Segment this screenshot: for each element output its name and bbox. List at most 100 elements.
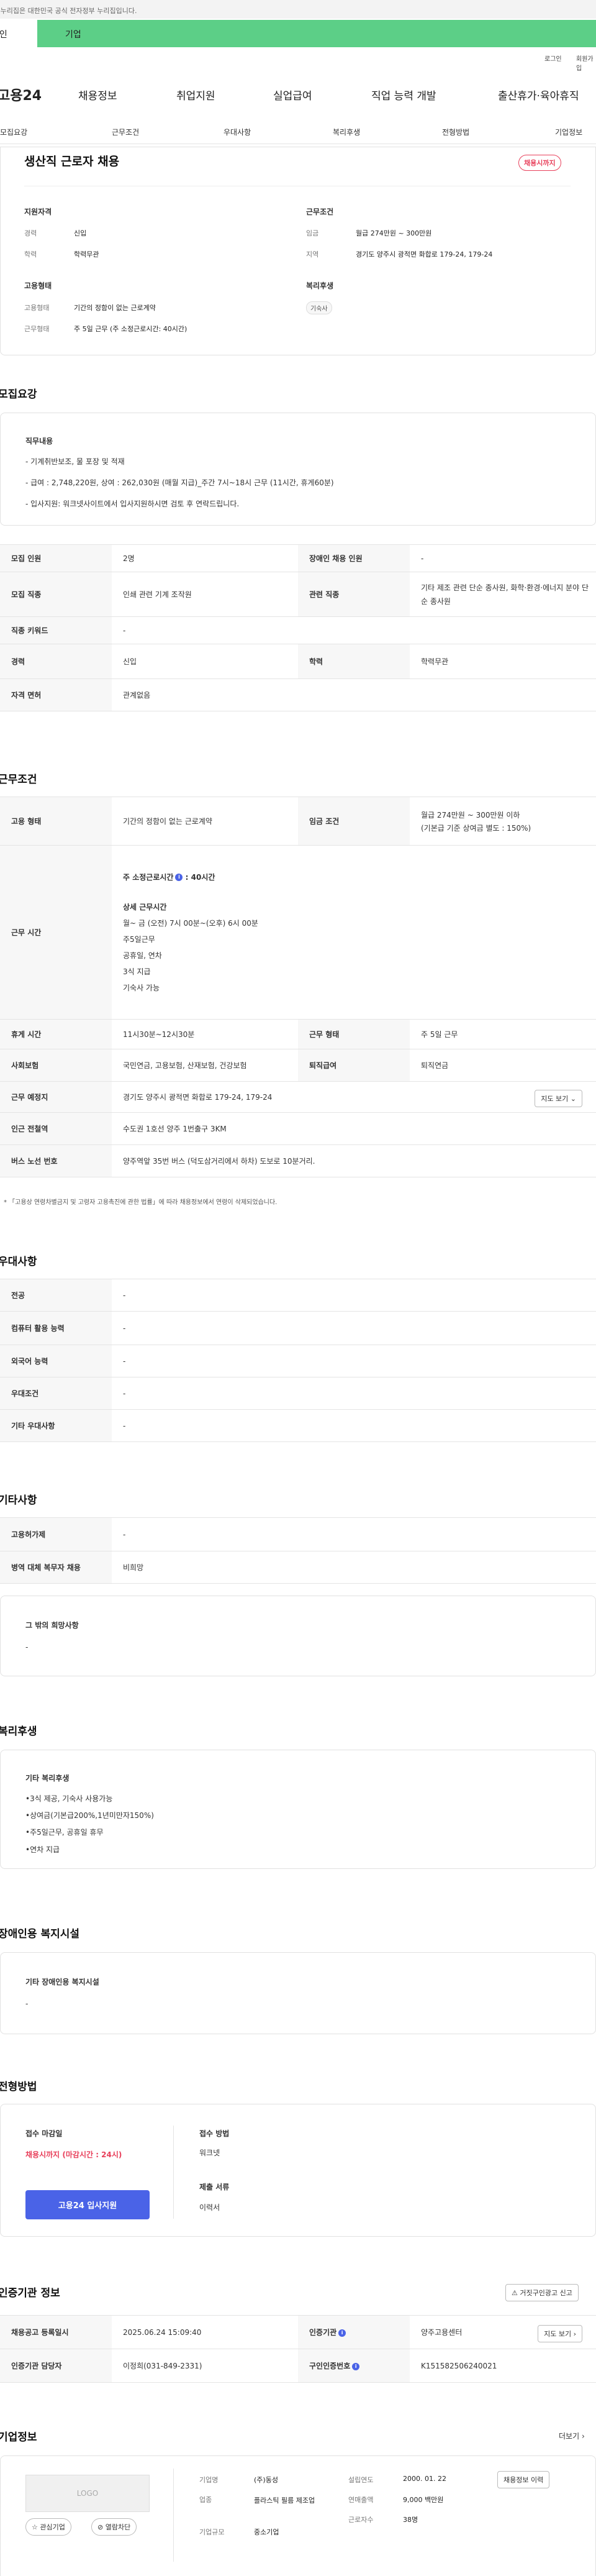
qualification-heading: 지원자격 [24,208,52,216]
method-label: 접수 방법 [199,2129,230,2138]
table-row: 전공 - [0,1279,596,1312]
login-link[interactable]: 로그인 [544,53,562,63]
table-row: 컴퓨터 활용 능력 - [0,1311,596,1345]
cell-value: 신입 [112,644,298,679]
value: 중소기업 [254,2528,279,2536]
welfare-line: •연차 지급 [25,1845,60,1854]
cell-value: 수도권 1호선 양주 1번출구 3KM [112,1112,596,1145]
block-label: 열람차단 [105,2523,131,2531]
cert-map-label: 지도 보기 [544,2330,572,2338]
place-value: 경기도 양주시 광적면 화합로 179-24, 179-24 [123,1093,273,1102]
value: 플라스틱 필름 제조업 [254,2496,315,2505]
nav-item[interactable]: 출산휴가·육아휴직 [498,87,579,103]
star-icon: ☆ [32,2523,38,2531]
recruit-table: 모집 인원 2명 장애인 채용 인원 - 모집 직종 인쇄 관련 기계 조작원 관련 직종… [0,544,596,711]
cell-label: 직종 키워드 [0,616,112,644]
cell-value: 기간의 정함이 없는 근로계약 [112,797,298,846]
divider [173,2126,174,2219]
cert-agency-label: 인증기관 [309,2328,337,2337]
info-icon[interactable]: i [352,2362,360,2370]
cell-value: 퇴직연금 [410,1049,596,1082]
process-box: 접수 마감일 채용시까지 (마감시간 : 24시) 고용24 입사지원 접수 방… [0,2104,596,2237]
tab-conditions[interactable]: 근무조건 [112,127,139,137]
table-row: 채용공고 등록일시 2025.06.24 15:09:40 인증기관 i 양주고용센터 지… [0,2315,596,2349]
cell-value: 비희망 [112,1551,596,1584]
disability-box-heading: 기타 장애인용 복지시설 [25,1978,99,1986]
info-icon[interactable]: i [175,874,183,881]
chevron-right-icon: › [581,2432,585,2441]
disability-box: 기타 장애인용 복지시설 - [0,1952,596,2034]
value: 신입 [74,229,87,237]
gov-banner: 이 누리집은 대한민국 공식 전자정부 누리집입니다. [0,0,596,19]
nav-item[interactable]: 채용정보 [78,87,117,103]
cell-label: 퇴직급여 [298,1049,410,1082]
favorite-company-button[interactable]: ☆ 관심기업 [25,2518,71,2536]
pref-table: 전공 - 컴퓨터 활용 능력 - 외국어 능력 - 우대조건 - 기타 우대사항 - [0,1279,596,1442]
nav-item[interactable]: 실업급여 [273,87,312,103]
duty-line: - 입사지원: 워크넷사이트에서 입사지원하시면 검토 후 연락드립니다. [25,500,240,508]
welfare-box: 기타 복리후생 •3식 제공, 기숙사 사용가능 •상여금(기본급200%,1년… [0,1750,596,1869]
label: 기업규모 [199,2528,225,2536]
cell-label: 모집 직종 [0,572,112,617]
join-link[interactable]: 회원가입 [576,53,596,72]
cell-value: - [112,1311,596,1345]
table-row: 근무 예정지 경기도 양주시 광적면 화합로 179-24, 179-24 지도 보… [0,1081,596,1113]
personal-tab[interactable]: 개인 [0,20,37,47]
info-icon[interactable]: i [338,2329,346,2337]
report-fake-ad-button[interactable]: ⚠ 거짓구인광고 신고 [505,2284,579,2301]
divider [173,2469,174,2562]
welfare-chip: 기숙사 [306,301,332,314]
etc-box: 그 밖의 희망사항 - [0,1596,596,1676]
company-tab[interactable]: 기업 [37,20,596,47]
tab-process[interactable]: 전형방법 [442,127,469,137]
company-more-label: 더보기 [559,2432,580,2441]
table-row: 휴게 시간 11시30분~12시30분 근무 형태 주 5일 근무 [0,1019,596,1049]
tab-preference[interactable]: 우대사항 [224,127,251,137]
cell-label: 사회보험 [0,1049,112,1082]
tab-recruit[interactable]: 모집요강 [0,127,27,137]
cell-label: 고용허가제 [0,1517,112,1551]
label: 연매출액 [348,2496,374,2504]
job-history-button[interactable]: 채용정보 이력 [497,2471,550,2488]
site-logo[interactable]: 고용24 [0,84,42,104]
tab-company[interactable]: 기업정보 [555,127,582,137]
label: 근무형태 [24,325,50,333]
cell-value: K151582506240021 [410,2349,596,2383]
cell-value: 주 소정근로시간 i : 40시간 상세 근무시간 월~ 금 (오전) 7시 00… [112,845,596,1020]
table-row: 인근 전철역 수도권 1호선 양주 1번출구 3KM [0,1112,596,1145]
nav-item[interactable]: 직업 능력 개발 [371,87,436,103]
etc-box-heading: 그 밖의 희망사항 [25,1621,79,1630]
apply-button[interactable]: 고용24 입사지원 [25,2190,150,2219]
etc-box-value: - [25,1643,29,1651]
user-type-bar: 개인 기업 [0,20,596,47]
cell-label: 임금 조건 [298,797,410,846]
tab-welfare[interactable]: 복리후생 [333,127,360,137]
welfare-line: •상여금(기본급200%,1년미만자150%) [25,1811,154,1820]
company-box: LOGO ☆ 관심기업 ⊘ 열람차단 기업명 (주)동성 업종 플라스틱 필름 … [0,2455,596,2576]
cell-label: 관련 직종 [298,572,410,617]
cell-label: 우대조건 [0,1377,112,1410]
company-more-link[interactable]: 더보기 › [559,2431,585,2441]
docs-label: 제출 서류 [199,2183,230,2191]
cert-map-button[interactable]: 지도 보기 › [538,2325,582,2342]
cell-value: - [112,1345,596,1377]
summary-card: 생산직 근로자 채용 채용시까지 지원자격 경력 신입 학력 학력무관 고용형태… [0,147,596,355]
value: 학력무관 [74,250,99,258]
nav-item[interactable]: 취업지원 [176,87,215,103]
weekly-hours-label: 주 소정근로시간 [123,872,174,882]
deadline-badge: 채용시까지 [518,155,561,171]
cell-value: 2명 [112,544,298,572]
table-row: 직종 키워드 - [0,616,596,644]
cell-label: 컴퓨터 활용 능력 [0,1311,112,1345]
section-title: 장애인용 복지시설 [0,1928,80,1940]
map-button[interactable]: 지도 보기 ⌄ [535,1090,582,1107]
value: 월급 274만원 ~ 300만원 [356,229,432,237]
value: 기간의 정함이 없는 근로계약 [74,304,156,312]
cell-label: 기타 우대사항 [0,1409,112,1442]
block-company-button[interactable]: ⊘ 열람차단 [91,2518,137,2536]
section-title: 전형방법 [0,2081,37,2093]
section-title: 인증기관 정보 [0,2287,60,2300]
cert-table: 채용공고 등록일시 2025.06.24 15:09:40 인증기관 i 양주고용센터 지… [0,2315,596,2383]
cell-label: 장애인 채용 인원 [298,544,410,572]
section-title: 우대사항 [0,1256,37,1268]
